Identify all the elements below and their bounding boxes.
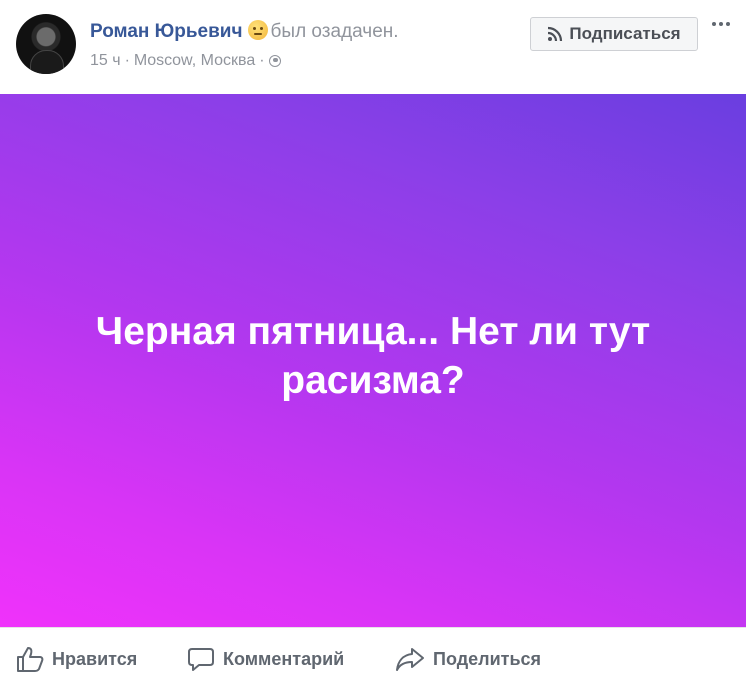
- post-time[interactable]: 15 ч: [90, 52, 121, 69]
- feeling-text: был озадачен.: [270, 21, 399, 42]
- comment-label: Комментарий: [223, 648, 345, 669]
- comment-button[interactable]: Комментарий: [187, 646, 344, 672]
- separator-dot: ·: [259, 52, 265, 69]
- post-header: Роман Юрьевич был озадачен. 15 ч · Moscow, …: [0, 0, 746, 94]
- like-button[interactable]: Нравится: [16, 646, 137, 672]
- post-background: Черная пятница... Нет ли тут расизма?: [0, 94, 746, 627]
- share-button[interactable]: Поделиться: [395, 646, 541, 672]
- share-label: Поделиться: [433, 648, 542, 669]
- more-options-icon[interactable]: [706, 14, 736, 34]
- globe-icon[interactable]: [268, 55, 281, 67]
- author-name[interactable]: Роман Юрьевич: [90, 21, 243, 42]
- post-location[interactable]: Moscow, Москва: [134, 52, 255, 69]
- follow-button[interactable]: Подписаться: [530, 17, 698, 51]
- post-meta: 15 ч · Moscow, Москва ·: [90, 51, 281, 71]
- thumbs-up-icon: [17, 647, 44, 672]
- avatar[interactable]: [16, 14, 76, 74]
- like-label: Нравится: [52, 648, 138, 669]
- post-text: Черная пятница... Нет ли тут расизма?: [95, 309, 651, 402]
- confused-emoji-icon: [247, 20, 268, 40]
- post-title-line: Роман Юрьевич был озадачен.: [90, 20, 399, 44]
- action-bar: Нравится Комментарий Поделиться: [0, 627, 746, 688]
- separator-dot: ·: [124, 52, 130, 69]
- share-arrow-icon: [396, 648, 424, 671]
- rss-icon: [548, 26, 563, 42]
- follow-label: Подписаться: [569, 24, 681, 43]
- comment-bubble-icon: [188, 648, 214, 671]
